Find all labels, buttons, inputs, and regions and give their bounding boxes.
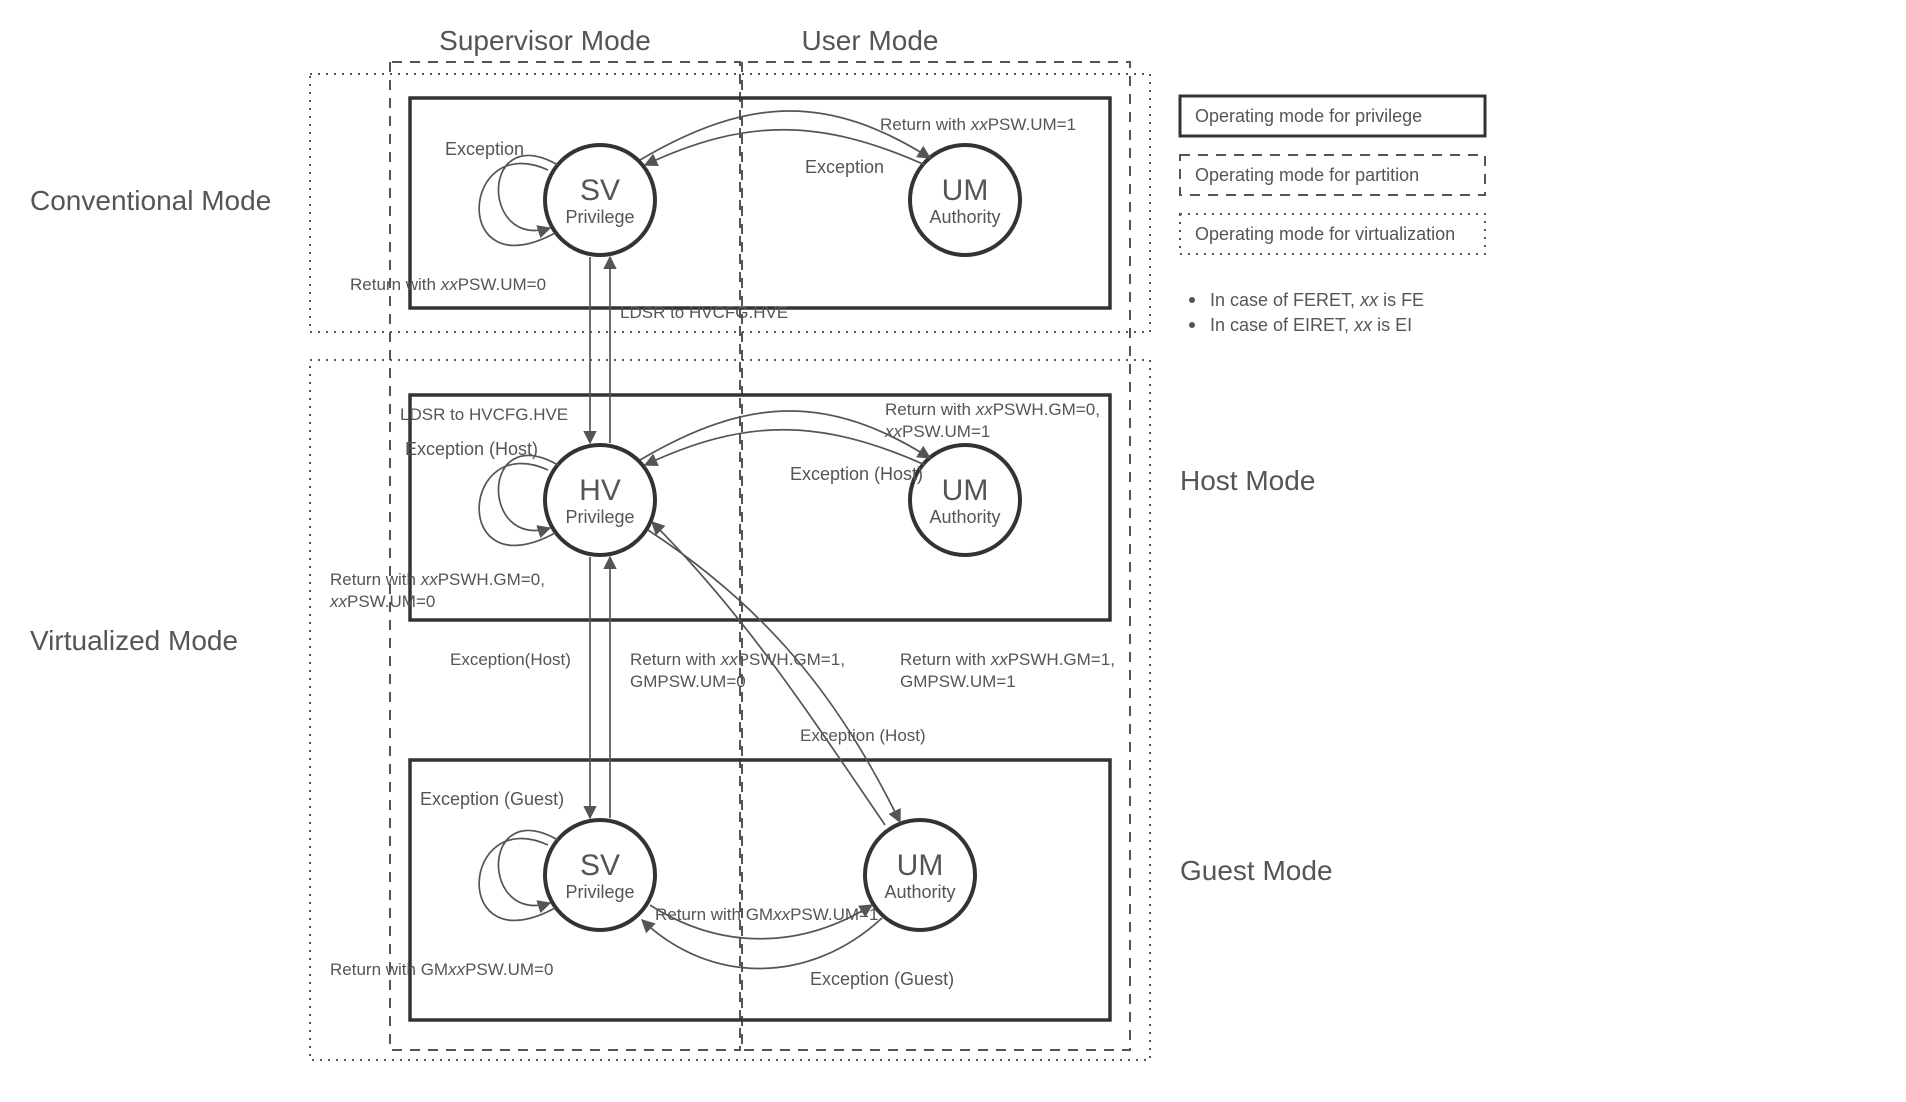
lbl-hv-to-gum-a: Return with xxPSWH.GM=1, bbox=[900, 650, 1115, 669]
svg-text:SV: SV bbox=[580, 174, 620, 207]
lbl-gsv-to-gum: Return with GMxxPSW.UM=1 bbox=[655, 905, 878, 924]
note-eiret: In case of EIRET, xx is EI bbox=[1210, 315, 1412, 335]
node-host-um: UM Authority bbox=[910, 445, 1020, 555]
svg-text:Authority: Authority bbox=[929, 207, 1000, 227]
node-guest-um: UM Authority bbox=[865, 820, 975, 930]
svg-text:Privilege: Privilege bbox=[565, 507, 634, 527]
lbl-hv-to-gsv-a: Return with xxPSWH.GM=1, bbox=[630, 650, 845, 669]
lbl-hv-to-gum-b: GMPSW.UM=1 bbox=[900, 672, 1016, 691]
lbl-gum-to-hv: Exception (Host) bbox=[800, 726, 926, 745]
svg-text:UM: UM bbox=[942, 174, 989, 207]
note-feret: In case of FERET, xx is FE bbox=[1210, 290, 1424, 310]
lbl-host-hv-to-um-b: xxPSW.UM=1 bbox=[884, 422, 990, 441]
lbl-host-um-to-hv: Exception (Host) bbox=[790, 464, 923, 484]
lbl-gsv-self-ret: Return with GMxxPSW.UM=0 bbox=[330, 960, 553, 979]
diagram: Supervisor Mode User Mode Conventional M… bbox=[0, 0, 1906, 1102]
lbl-hv-to-gsv-b: GMPSW.UM=0 bbox=[630, 672, 746, 691]
legend-virtualization: Operating mode for virtualization bbox=[1195, 224, 1455, 244]
svg-text:UM: UM bbox=[897, 849, 944, 882]
lbl-gsv-to-hv: Exception(Host) bbox=[450, 650, 571, 669]
lbl-host-hv-self-exc: Exception (Host) bbox=[405, 439, 538, 459]
lbl-conv-sv-to-um: Return with xxPSW.UM=1 bbox=[880, 115, 1076, 134]
side-guest: Guest Mode bbox=[1180, 855, 1333, 886]
lbl-host-hv-to-um-a: Return with xxPSWH.GM=0, bbox=[885, 400, 1100, 419]
row-virtualized: Virtualized Mode bbox=[30, 625, 238, 656]
svg-text:Privilege: Privilege bbox=[565, 207, 634, 227]
lbl-gsv-self-exc: Exception (Guest) bbox=[420, 789, 564, 809]
edge-gum-to-gsv bbox=[642, 918, 882, 969]
svg-text:Authority: Authority bbox=[884, 882, 955, 902]
lbl-gum-to-gsv: Exception (Guest) bbox=[810, 969, 954, 989]
svg-text:Authority: Authority bbox=[929, 507, 1000, 527]
node-host-hv: HV Privilege bbox=[545, 445, 655, 555]
node-conv-sv: SV Privilege bbox=[545, 145, 655, 255]
side-host: Host Mode bbox=[1180, 465, 1315, 496]
col-supervisor: Supervisor Mode bbox=[439, 25, 651, 56]
legend-privilege: Operating mode for privilege bbox=[1195, 106, 1422, 126]
node-conv-um: UM Authority bbox=[910, 145, 1020, 255]
legend: Operating mode for privilege Operating m… bbox=[1180, 96, 1485, 254]
col-user: User Mode bbox=[802, 25, 939, 56]
legend-partition: Operating mode for partition bbox=[1195, 165, 1419, 185]
lbl-host-hv-self-ret-b: xxPSW.UM=0 bbox=[329, 592, 435, 611]
lbl-conv-sv-self-exc: Exception bbox=[445, 139, 524, 159]
svg-text:Privilege: Privilege bbox=[565, 882, 634, 902]
lbl-host-to-conv: LDSR to HVCFG.HVE bbox=[400, 405, 568, 424]
svg-text:SV: SV bbox=[580, 849, 620, 882]
row-conventional: Conventional Mode bbox=[30, 185, 271, 216]
lbl-host-hv-self-ret-a: Return with xxPSWH.GM=0, bbox=[330, 570, 545, 589]
dotted-virtualized bbox=[310, 360, 1150, 1060]
lbl-conv-sv-self-ret: Return with xxPSW.UM=0 bbox=[350, 275, 546, 294]
notes: In case of FERET, xx is FE In case of EI… bbox=[1189, 290, 1424, 335]
lbl-conv-to-host: LDSR to HVCFG.HVE bbox=[620, 303, 788, 322]
node-guest-sv: SV Privilege bbox=[545, 820, 655, 930]
lbl-conv-um-to-sv: Exception bbox=[805, 157, 884, 177]
svg-text:UM: UM bbox=[942, 474, 989, 507]
svg-text:HV: HV bbox=[579, 474, 621, 507]
